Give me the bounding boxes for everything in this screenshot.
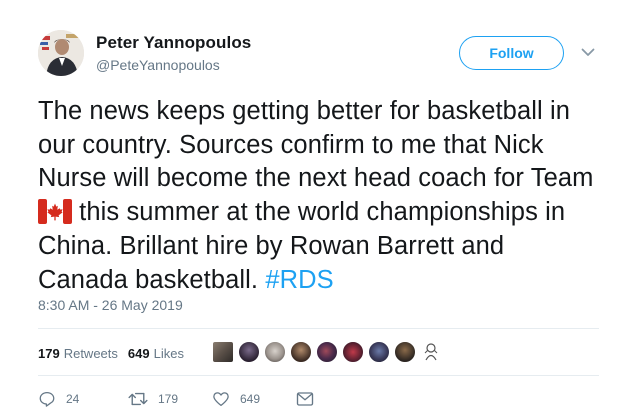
chevron-down-icon[interactable]: [578, 44, 598, 60]
author-name[interactable]: Peter Yannopoulos: [96, 33, 251, 53]
like-count: 649: [240, 392, 261, 406]
liker-avatar[interactable]: [316, 341, 338, 363]
likes-count: 649: [127, 345, 150, 361]
tweet-text: The news keeps getting better for basket…: [38, 95, 598, 297]
retweets-count: 179: [38, 345, 60, 361]
avatar-image: [38, 30, 84, 76]
like-button[interactable]: 649: [212, 390, 296, 408]
tweet-text-part1: The news keeps getting better for basket…: [38, 97, 594, 193]
message-button[interactable]: [296, 391, 314, 407]
liker-avatars: [212, 341, 446, 363]
retweet-count: 179: [158, 392, 179, 406]
tweet-actions: 24 179 649: [38, 390, 314, 408]
hashtag-link[interactable]: #RDS: [265, 266, 333, 294]
retweets-label: Retweets: [63, 345, 118, 361]
liker-avatar[interactable]: [368, 341, 390, 363]
divider: [38, 375, 599, 376]
reply-icon: [39, 391, 55, 407]
envelope-icon: [296, 392, 314, 406]
liker-avatar[interactable]: [290, 341, 312, 363]
retweets-stat[interactable]: 179 Retweets: [38, 346, 118, 361]
liker-avatar[interactable]: [264, 341, 286, 363]
author-avatar[interactable]: [38, 30, 84, 76]
retweet-button[interactable]: 179: [128, 390, 212, 408]
canada-flag-icon: [38, 199, 72, 225]
follow-button[interactable]: Follow: [459, 36, 564, 70]
liker-avatar[interactable]: [420, 341, 442, 363]
reply-button[interactable]: 24: [38, 390, 128, 408]
divider: [38, 328, 599, 329]
liker-avatar[interactable]: [394, 341, 416, 363]
reply-count: 24: [66, 392, 80, 406]
tweet-timestamp[interactable]: 8:30 AM - 26 May 2019: [38, 297, 183, 313]
author-handle[interactable]: @PeteYannopoulos: [96, 57, 220, 73]
heart-icon: [213, 392, 229, 407]
liker-avatar[interactable]: [342, 341, 364, 363]
tweet-card: Peter Yannopoulos @PeteYannopoulos Follo…: [0, 0, 633, 418]
likes-label: Likes: [153, 345, 184, 361]
tweet-stats: 179 Retweets 649 Likes: [38, 343, 194, 363]
likes-stat[interactable]: 649 Likes: [128, 346, 184, 361]
retweet-icon: [128, 392, 148, 406]
liker-avatar[interactable]: [212, 341, 234, 363]
liker-avatar[interactable]: [238, 341, 260, 363]
